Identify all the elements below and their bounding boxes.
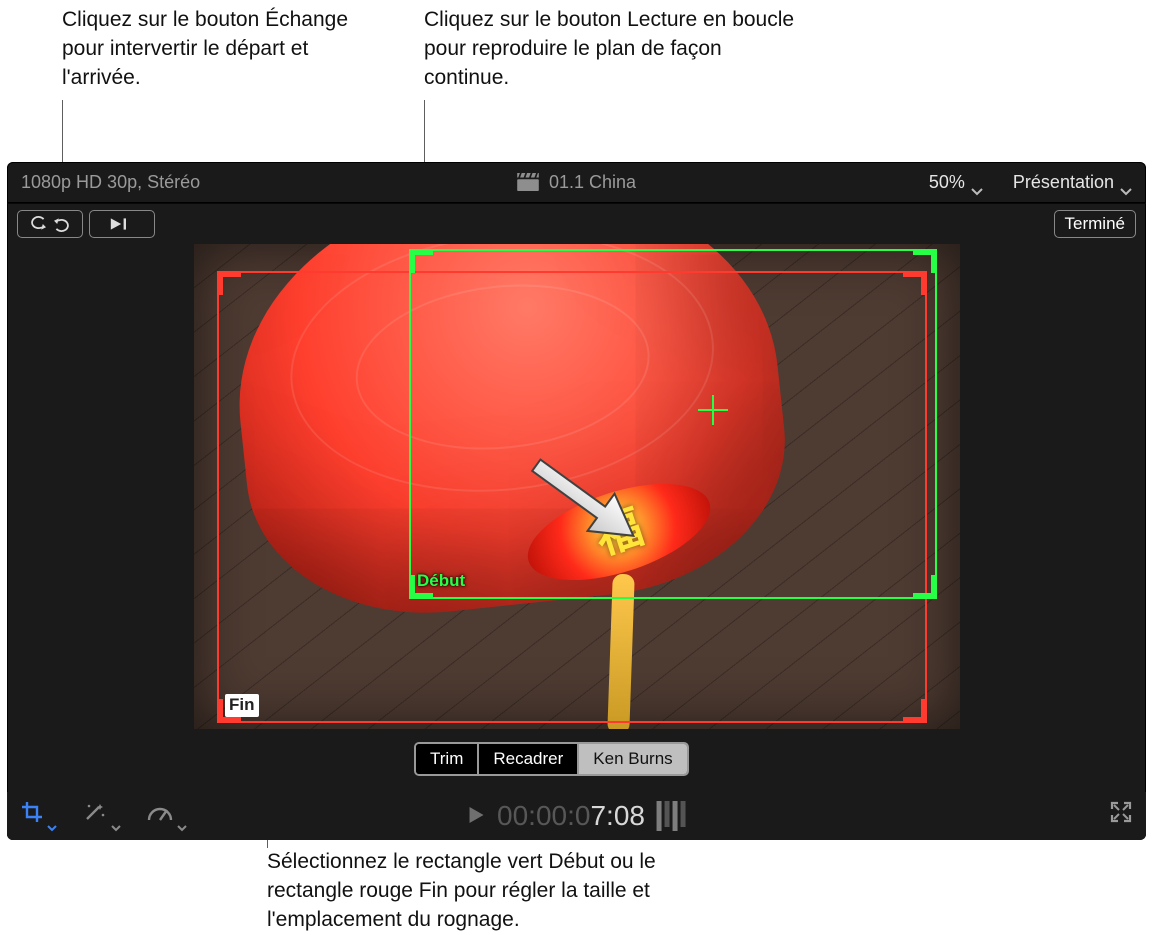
timecode-text: 00:00:07:08 bbox=[497, 797, 645, 835]
format-label: 1080p HD 30p, Stéréo bbox=[21, 170, 200, 194]
timecode-ticks-icon bbox=[657, 801, 686, 831]
zoom-value: 50% bbox=[929, 170, 965, 194]
swap-button[interactable] bbox=[17, 210, 83, 238]
viewer-canvas[interactable]: 福 Fin Début bbox=[194, 244, 960, 729]
viewer-window: 1080p HD 30p, Stéréo 01.1 China 50% Prés… bbox=[7, 162, 1146, 840]
timecode-bright: 7:08 bbox=[590, 800, 645, 831]
seg-crop[interactable]: Recadrer bbox=[479, 744, 579, 774]
viewer-footer: 00:00:07:08 bbox=[7, 792, 1146, 840]
crop-tool-button[interactable] bbox=[21, 801, 57, 831]
speed-gauge-icon bbox=[147, 802, 173, 830]
retime-tool-button[interactable] bbox=[147, 802, 187, 830]
enhance-tool-button[interactable] bbox=[83, 801, 121, 831]
titlebar: 1080p HD 30p, Stéréo 01.1 China 50% Prés… bbox=[7, 162, 1146, 202]
chevron-down-icon bbox=[47, 813, 57, 820]
play-icon[interactable] bbox=[467, 797, 485, 835]
done-button[interactable]: Terminé bbox=[1054, 210, 1136, 238]
loop-play-icon bbox=[102, 216, 142, 232]
swap-icon bbox=[30, 216, 70, 232]
chevron-down-icon bbox=[971, 178, 983, 186]
seg-kenburns[interactable]: Ken Burns bbox=[579, 744, 686, 774]
center-crosshair-icon bbox=[698, 395, 728, 425]
chevron-down-icon bbox=[111, 813, 121, 820]
fullscreen-button[interactable] bbox=[1110, 801, 1132, 831]
resize-handle[interactable] bbox=[409, 249, 433, 273]
timecode-dim: 00:00:0 bbox=[497, 800, 590, 831]
callout-loop: Cliquez sur le bouton Lecture en boucle … bbox=[424, 6, 804, 93]
seg-trim-label: Trim bbox=[430, 748, 463, 771]
clip-name: 01.1 China bbox=[549, 170, 636, 194]
seg-trim[interactable]: Trim bbox=[416, 744, 479, 774]
chevron-down-icon bbox=[177, 813, 187, 820]
kenburns-start-rect[interactable]: Début bbox=[409, 249, 937, 599]
view-dropdown[interactable]: Présentation bbox=[1013, 170, 1132, 194]
kenburns-start-label: Début bbox=[417, 570, 465, 593]
seg-kenburns-label: Ken Burns bbox=[593, 748, 672, 771]
crop-icon bbox=[21, 801, 43, 831]
callout-swap-text: Cliquez sur le bouton Échange pour inter… bbox=[62, 8, 348, 89]
resize-handle[interactable] bbox=[217, 271, 241, 295]
fullscreen-icon bbox=[1110, 806, 1132, 828]
timecode-display: 00:00:07:08 bbox=[467, 797, 686, 835]
callout-loop-text: Cliquez sur le bouton Lecture en boucle … bbox=[424, 8, 794, 89]
viewer-toolbar: Terminé bbox=[7, 204, 1146, 244]
resize-handle[interactable] bbox=[913, 575, 937, 599]
callout-swap: Cliquez sur le bouton Échange pour inter… bbox=[62, 6, 392, 93]
done-label: Terminé bbox=[1065, 213, 1125, 236]
viewer-area: 福 Fin Début bbox=[7, 244, 1146, 784]
seg-crop-label: Recadrer bbox=[493, 748, 563, 771]
chevron-down-icon bbox=[1120, 178, 1132, 186]
callout-rects: Sélectionnez le rectangle vert Début ou … bbox=[267, 848, 747, 935]
clapperboard-icon bbox=[517, 173, 539, 191]
crop-mode-segmented: Trim Recadrer Ken Burns bbox=[414, 742, 689, 776]
loop-play-button[interactable] bbox=[89, 210, 155, 238]
resize-handle[interactable] bbox=[913, 249, 937, 273]
resize-handle[interactable] bbox=[903, 699, 927, 723]
view-label: Présentation bbox=[1013, 170, 1114, 194]
zoom-dropdown[interactable]: 50% bbox=[929, 170, 983, 194]
callout-rects-text: Sélectionnez le rectangle vert Début ou … bbox=[267, 850, 656, 931]
magic-wand-icon bbox=[83, 801, 107, 831]
kenburns-end-label: Fin bbox=[225, 694, 259, 717]
